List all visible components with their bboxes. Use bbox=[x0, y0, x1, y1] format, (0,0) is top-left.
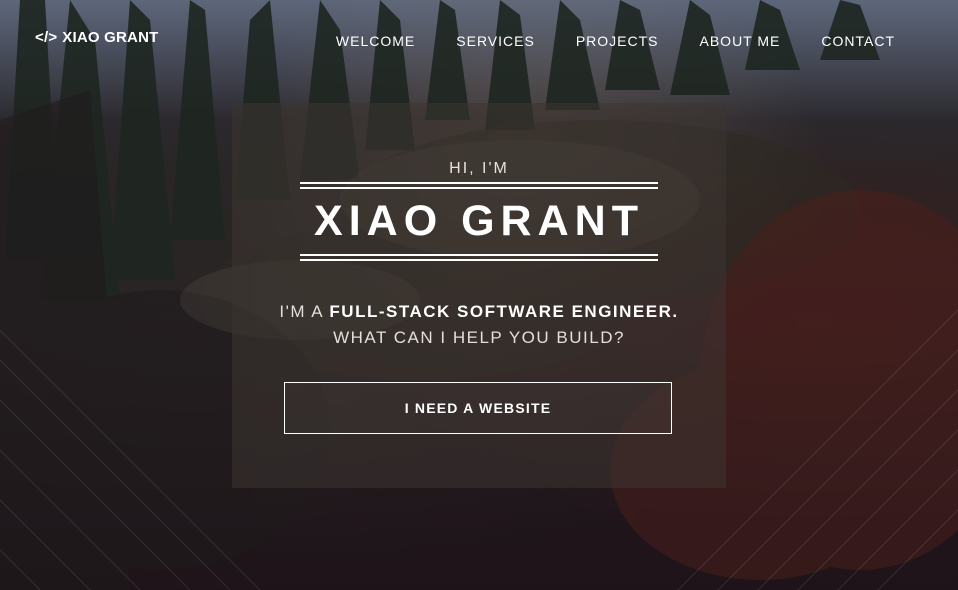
need-website-button[interactable]: I NEED A WEBSITE bbox=[284, 382, 672, 434]
greeting-text: HI, I'M bbox=[449, 160, 509, 177]
code-icon: </> bbox=[35, 29, 58, 46]
tagline-question: WHAT CAN I HELP YOU BUILD? bbox=[333, 328, 625, 347]
brand-logo[interactable]: </> XIAO GRANT bbox=[35, 29, 158, 46]
hero-section: </> XIAO GRANT WELCOME SERVICES PROJECTS … bbox=[0, 0, 958, 590]
nav-item-projects[interactable]: PROJECTS bbox=[576, 33, 659, 49]
tagline-role: FULL-STACK SOFTWARE ENGINEER. bbox=[329, 302, 679, 321]
nav-item-about-me[interactable]: ABOUT ME bbox=[700, 33, 781, 49]
hero-tagline: I'M A FULL-STACK SOFTWARE ENGINEER. WHAT… bbox=[232, 299, 726, 351]
intro-card: HI, I'M XIAO GRANT I'M A FULL-STACK SOFT… bbox=[232, 103, 726, 488]
tagline-prefix: I'M A bbox=[279, 302, 330, 321]
hero-name: XIAO GRANT bbox=[314, 197, 644, 245]
divider-bottom-outer bbox=[300, 259, 658, 261]
main-nav: WELCOME SERVICES PROJECTS ABOUT ME CONTA… bbox=[295, 33, 895, 49]
divider-top-inner bbox=[300, 187, 658, 189]
divider-bottom-inner bbox=[300, 254, 658, 256]
brand-name: XIAO GRANT bbox=[62, 29, 159, 46]
nav-item-contact[interactable]: CONTACT bbox=[821, 33, 895, 49]
divider-top-outer bbox=[300, 182, 658, 184]
nav-item-services[interactable]: SERVICES bbox=[456, 33, 535, 49]
nav-item-welcome[interactable]: WELCOME bbox=[336, 33, 415, 49]
